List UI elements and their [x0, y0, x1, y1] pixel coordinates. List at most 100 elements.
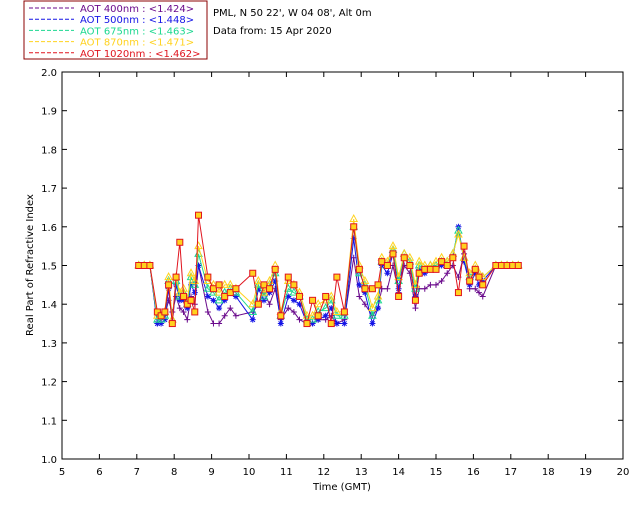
data-point [314, 312, 322, 320]
axis-ticks: 5 6 7 8 9 10 11 12 13 14 15 16 17 18 19 20 1.0 1.1 1.2 1.3 1… [41, 68, 629, 478]
legend-entry: AOT 400nm : <1.424> [80, 4, 194, 15]
data-point [415, 269, 423, 277]
data-point [161, 308, 169, 316]
data-point [146, 262, 154, 269]
x-tick-label: 19 [579, 467, 592, 478]
data-point [492, 262, 500, 269]
data-point [333, 320, 340, 327]
data-point [412, 305, 419, 312]
data-point [135, 262, 143, 269]
x-tick-label: 13 [355, 467, 368, 478]
x-tick-label: 8 [171, 467, 177, 478]
data-point [303, 320, 311, 328]
y-tick-label: 1.3 [41, 339, 57, 350]
x-tick-label: 9 [208, 467, 214, 478]
data-point [195, 211, 203, 219]
data-point [277, 312, 285, 320]
y-tick-label: 1.4 [41, 300, 57, 311]
data-point [191, 308, 199, 316]
data-point [340, 308, 348, 316]
chart-title-line-2: Data from: 15 Apr 2020 [213, 26, 332, 37]
x-tick-label: 6 [96, 467, 102, 478]
data-point [421, 265, 429, 273]
x-tick-label: 7 [134, 467, 140, 478]
data-point [277, 320, 284, 327]
refractive-index-chart: AOT 400nm : <1.424>AOT 500nm : <1.448>AO… [23, 0, 629, 493]
y-tick-label: 1.2 [41, 378, 57, 389]
data-point [295, 292, 303, 300]
data-point [361, 285, 369, 293]
data-point [309, 296, 317, 304]
data-point [355, 265, 363, 273]
y-tick-label: 2.0 [41, 68, 57, 79]
data-point [191, 289, 198, 296]
data-point [266, 285, 274, 293]
data-point [454, 289, 462, 297]
data-point [509, 262, 517, 269]
data-point [350, 223, 358, 231]
data-point [333, 273, 341, 281]
data-point [341, 320, 348, 327]
data-point [475, 273, 483, 281]
legend-entry: AOT 675nm : <1.463> [80, 26, 194, 37]
data-point [497, 262, 505, 269]
data-point [204, 308, 211, 315]
y-tick-label: 1.0 [41, 455, 57, 466]
data-point [322, 292, 330, 300]
x-tick-label: 15 [430, 467, 443, 478]
x-tick-label: 12 [317, 467, 330, 478]
data-point [254, 300, 262, 308]
data-point [433, 281, 439, 288]
data-point [168, 320, 176, 328]
data-point [226, 289, 234, 297]
data-point [322, 312, 329, 319]
x-tick-label: 14 [392, 467, 405, 478]
data-point [266, 301, 273, 308]
data-point [356, 293, 363, 300]
data-point [284, 273, 292, 281]
data-point [180, 292, 188, 300]
data-point [176, 238, 184, 246]
data-point [140, 262, 148, 269]
data-point [232, 285, 240, 293]
x-tick-label: 5 [59, 467, 65, 478]
x-tick-label: 17 [504, 467, 517, 478]
data-point [216, 305, 223, 312]
data-point [395, 292, 403, 300]
data-point [290, 281, 298, 289]
x-axis-label: Time (GMT) [312, 482, 371, 493]
y-axis-label: Real Part of Refractive Index [25, 194, 36, 336]
data-point [479, 281, 487, 289]
data-point [187, 296, 195, 304]
data-point [389, 250, 397, 258]
data-point [204, 273, 212, 281]
data-point [411, 296, 419, 304]
data-point [165, 281, 173, 289]
data-point [503, 262, 511, 269]
data-point [460, 242, 468, 250]
data-point [421, 285, 428, 292]
data-point [378, 258, 386, 266]
chart-title-line-1: PML, N 50 22', W 04 08', Alt 0m [213, 8, 372, 19]
data-point [172, 273, 180, 281]
data-point [210, 320, 217, 327]
x-tick-label: 11 [280, 467, 293, 478]
data-point [368, 285, 376, 293]
data-point [443, 262, 451, 269]
data-point [260, 297, 267, 304]
data-point [471, 265, 479, 273]
data-point [406, 262, 414, 269]
data-series [134, 211, 523, 328]
data-point [449, 254, 457, 262]
data-point [384, 270, 391, 277]
data-point [260, 281, 268, 289]
x-tick-label: 18 [542, 467, 555, 478]
data-point [215, 281, 223, 289]
legend-entry: AOT 500nm : <1.448> [80, 15, 194, 26]
data-point [384, 285, 391, 292]
series-4 [135, 211, 522, 328]
data-point [395, 285, 402, 292]
data-point [271, 265, 279, 273]
x-tick-label: 16 [467, 467, 480, 478]
y-tick-label: 1.8 [41, 145, 57, 156]
